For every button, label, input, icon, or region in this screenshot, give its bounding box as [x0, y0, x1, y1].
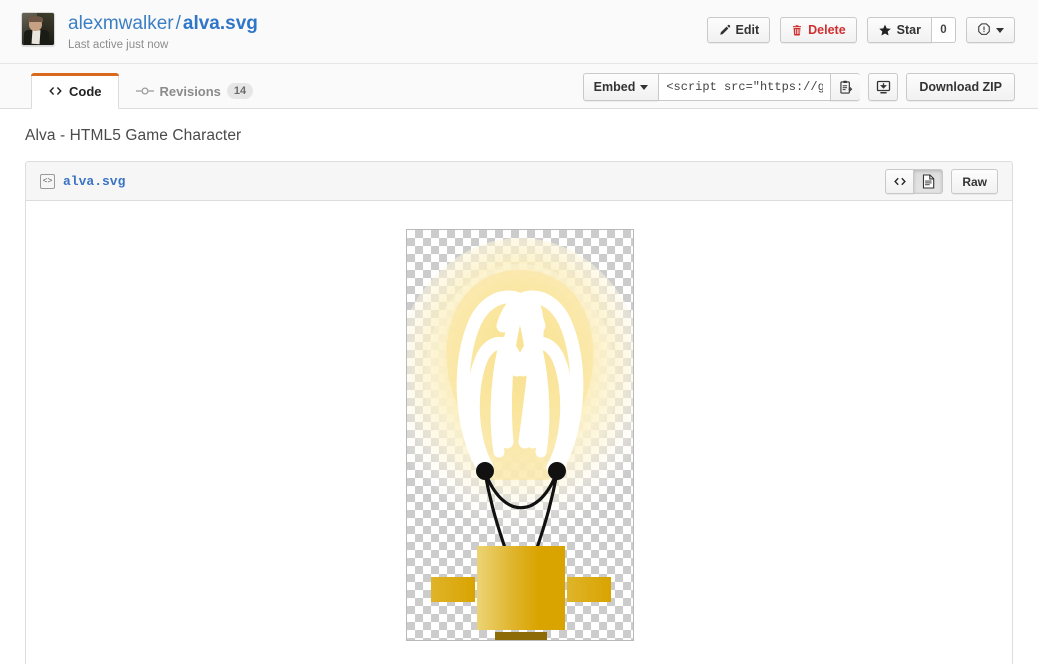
- edit-button[interactable]: Edit: [706, 17, 771, 43]
- main-content: Alva - HTML5 Game Character <> alva.svg: [0, 109, 1038, 671]
- copy-embed-button[interactable]: [830, 73, 861, 101]
- embed-dropdown-button[interactable]: Embed: [582, 73, 659, 101]
- star-group: Star 0: [866, 17, 956, 43]
- gist-name-link[interactable]: alva.svg: [183, 13, 258, 34]
- file-header: <> alva.svg Raw: [26, 162, 1012, 201]
- alva-lightbulb-svg: [407, 238, 633, 640]
- breadcrumb: alexmwalker / alva.svg: [68, 13, 258, 35]
- filament-node-left: [476, 462, 494, 480]
- tab-revisions[interactable]: Revisions 14: [119, 73, 271, 109]
- tab-revisions-label: Revisions: [159, 83, 221, 99]
- base-tab-left: [431, 577, 475, 602]
- star-count[interactable]: 0: [932, 17, 956, 43]
- download-icon: [876, 80, 891, 95]
- star-button-label: Star: [896, 23, 921, 37]
- edit-button-label: Edit: [735, 23, 760, 37]
- download-zip-button[interactable]: Download ZIP: [906, 73, 1015, 101]
- raw-button[interactable]: Raw: [951, 169, 998, 194]
- filament-node-right: [548, 462, 566, 480]
- star-icon: [878, 24, 892, 37]
- base-tab-right: [567, 577, 611, 602]
- embed-dropdown-label: Embed: [593, 80, 636, 94]
- avatar[interactable]: [21, 12, 55, 46]
- trash-icon: [791, 24, 803, 37]
- view-toggle-group: [885, 169, 944, 194]
- tab-code-label: Code: [69, 83, 102, 99]
- raw-button-label: Raw: [962, 174, 987, 189]
- file-render-area: [26, 201, 1012, 663]
- identity-text: alexmwalker / alva.svg Last active just no…: [68, 12, 258, 52]
- header-actions: Edit Delete Star 0: [706, 17, 1015, 43]
- code-icon: [893, 176, 907, 187]
- alert-octagon-icon: [977, 23, 991, 37]
- gist-description: Alva - HTML5 Game Character: [25, 127, 242, 144]
- gist-page: alexmwalker / alva.svg Last active just no…: [0, 0, 1038, 671]
- chevron-down-icon: [640, 84, 649, 90]
- commit-node-icon: [135, 86, 154, 96]
- document-icon: [922, 174, 935, 189]
- last-active-text: Last active just now: [68, 39, 169, 51]
- tab-list: Code Revisions 14: [31, 73, 270, 109]
- view-preview-button[interactable]: [914, 169, 944, 194]
- gist-identity: alexmwalker / alva.svg Last active just no…: [21, 12, 258, 52]
- delete-button-label: Delete: [808, 23, 846, 37]
- download-file-button[interactable]: [868, 73, 899, 101]
- file-name-wrap: <> alva.svg: [40, 162, 125, 200]
- report-abuse-dropdown-button[interactable]: [966, 17, 1015, 43]
- chevron-down-icon: [996, 27, 1004, 33]
- star-button[interactable]: Star: [866, 17, 932, 43]
- avatar-shirt: [31, 29, 41, 45]
- view-source-button[interactable]: [885, 169, 915, 194]
- clipboard-copy-icon: [839, 80, 853, 95]
- svg-preview-frame: [406, 229, 634, 641]
- owner-link[interactable]: alexmwalker: [68, 13, 174, 34]
- file-panel: <> alva.svg Raw: [25, 161, 1013, 664]
- base-body: [477, 546, 565, 630]
- tab-code[interactable]: Code: [31, 73, 119, 109]
- revisions-count-badge: 14: [226, 83, 254, 99]
- breadcrumb-separator: /: [175, 13, 181, 34]
- embed-url-input[interactable]: [658, 73, 831, 101]
- page-header: alexmwalker / alva.svg Last active just no…: [0, 0, 1038, 64]
- base-contact: [495, 632, 547, 640]
- code-icon: [48, 85, 63, 97]
- delete-button[interactable]: Delete: [780, 17, 857, 43]
- pencil-icon: [718, 24, 731, 37]
- avatar-hair: [28, 16, 43, 22]
- embed-toolbar: Embed <script src="https://gi Download Z…: [582, 73, 1015, 101]
- tab-bar: Code Revisions 14 Embed <script src="htt…: [0, 64, 1038, 109]
- code-file-icon: <>: [40, 173, 55, 189]
- file-view-toolbar: Raw: [885, 169, 998, 194]
- embed-combo: Embed: [582, 73, 861, 101]
- download-zip-label: Download ZIP: [919, 80, 1002, 94]
- file-name-link[interactable]: alva.svg: [63, 174, 125, 189]
